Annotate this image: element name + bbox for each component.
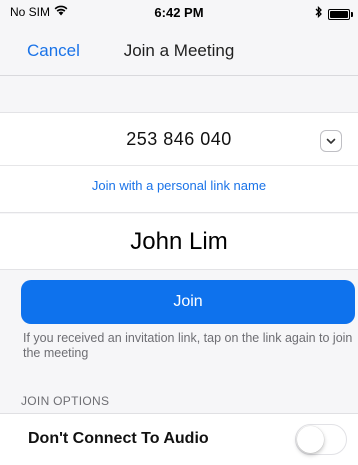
nav-bar: Cancel Join a Meeting — [0, 26, 358, 76]
dont-connect-audio-toggle[interactable] — [295, 424, 347, 455]
status-right — [315, 5, 353, 23]
join-options-heading: JOIN OPTIONS — [21, 394, 110, 408]
meeting-history-dropdown[interactable] — [320, 130, 342, 152]
status-bar: No SIM 6:42 PM — [0, 0, 358, 26]
personal-link-button[interactable]: Join with a personal link name — [0, 178, 358, 193]
toggle-knob — [297, 426, 324, 453]
option-row-audio: Don't Connect To Audio — [0, 414, 358, 465]
meeting-id-card: 253 846 040 Join with a personal link na… — [0, 112, 358, 213]
option-label: Don't Connect To Audio — [28, 430, 209, 447]
join-meeting-screen: No SIM 6:42 PM Cancel Join a Meeting 253 — [0, 0, 358, 465]
display-name-field[interactable]: John Lim — [0, 214, 358, 270]
status-time: 6:42 PM — [154, 5, 204, 20]
join-hint-text: If you received an invitation link, tap … — [23, 331, 353, 360]
meeting-id-input[interactable]: 253 846 040 — [0, 129, 358, 150]
chevron-down-icon — [326, 132, 336, 150]
join-button[interactable]: Join — [21, 280, 355, 324]
battery-icon — [328, 8, 353, 20]
page-title: Join a Meeting — [123, 41, 235, 60]
bluetooth-icon — [315, 5, 323, 23]
display-name-value: John Lim — [130, 227, 228, 255]
divider — [0, 165, 358, 166]
